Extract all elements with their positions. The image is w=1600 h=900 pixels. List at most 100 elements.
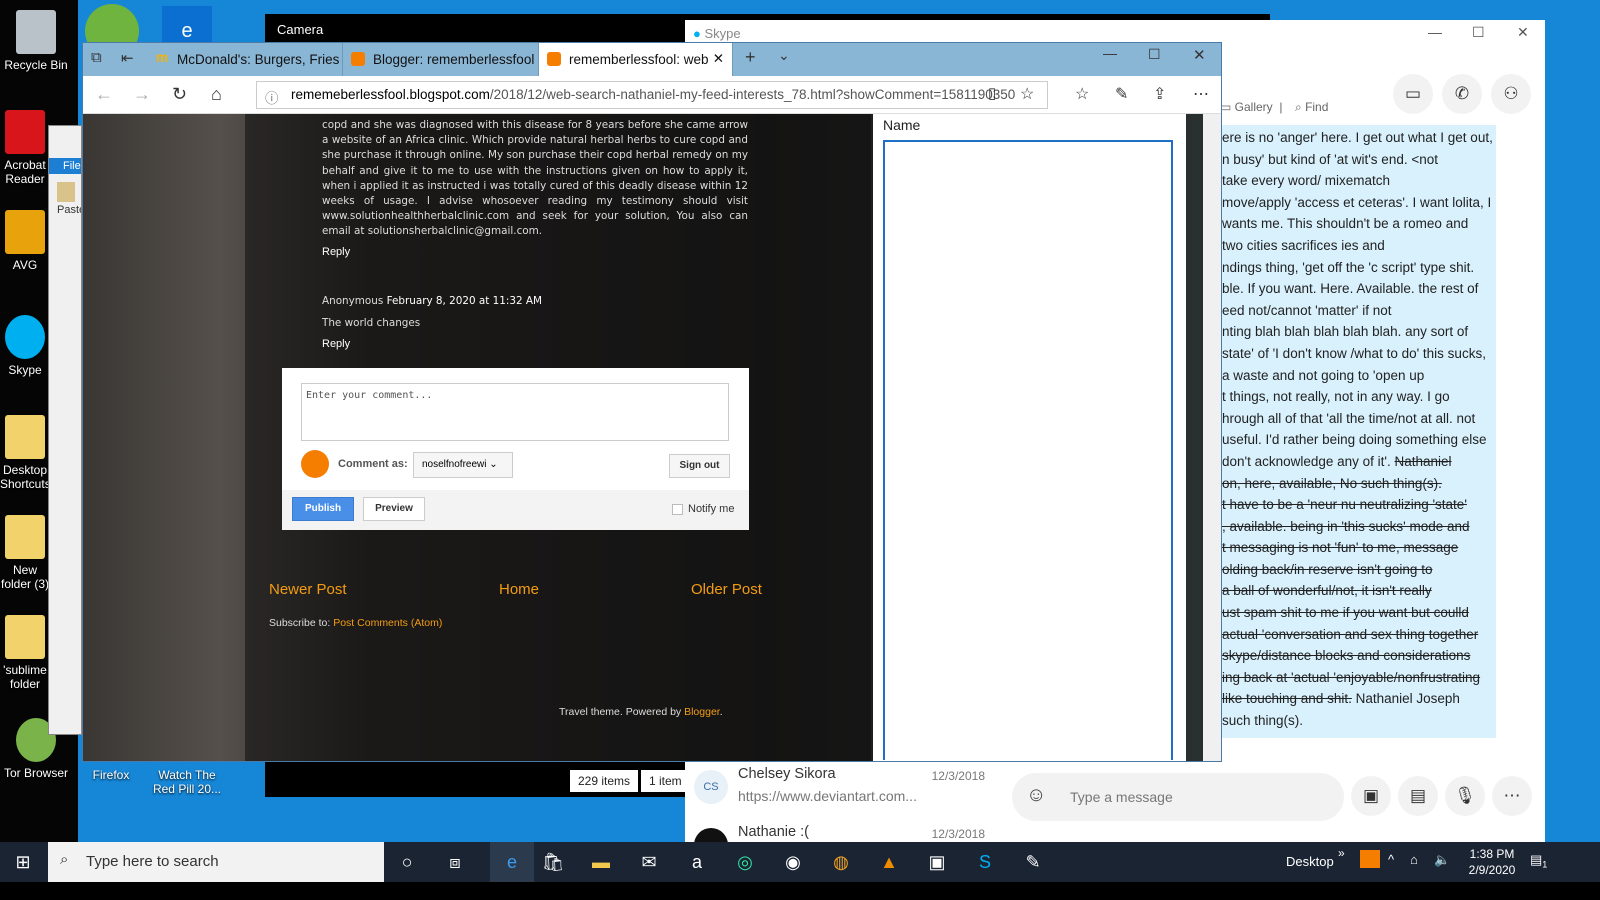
site-info-icon[interactable]: ⓘ <box>265 87 279 107</box>
amazon-icon[interactable]: a <box>682 848 712 876</box>
vertical-scrollbar[interactable] <box>1203 114 1221 761</box>
chat-list-item[interactable]: CS Chelsey Sikora 12/3/2018 https://www.… <box>690 760 995 818</box>
message-line: such thing(s). <box>1222 713 1304 729</box>
desktop-icon-avg[interactable]: AVG <box>0 210 50 272</box>
mail-icon[interactable]: ✉ <box>634 848 664 876</box>
sign-out-button[interactable]: Sign out <box>669 454 730 478</box>
skype-close-button[interactable]: ✕ <box>1517 24 1529 41</box>
forward-button[interactable]: → <box>133 84 151 105</box>
reply-link[interactable]: Reply <box>322 246 350 258</box>
tab-list-chevron-icon[interactable]: ⌄ <box>778 47 790 64</box>
reply-link[interactable]: Reply <box>322 338 350 350</box>
acrobat-icon <box>5 110 45 154</box>
action-center-icon[interactable]: ▤1 <box>1530 852 1547 870</box>
skype-taskbar-icon[interactable]: S <box>970 848 1000 876</box>
desktop-icon-acrobat[interactable]: Acrobat Reader <box>0 110 50 186</box>
message-line: t messaging is not 'fun' to me, message <box>1222 540 1459 556</box>
message-line: like touching and shit. Nathaniel Joseph <box>1222 691 1460 707</box>
back-button[interactable]: ← <box>95 84 113 105</box>
url-input[interactable]: ⓘ rememeberlessfool.blogspot.com/2018/12… <box>256 81 1048 109</box>
taskbar-search[interactable]: ⌕ Type here to search <box>48 842 384 882</box>
color-app-icon[interactable]: ◍ <box>826 848 856 876</box>
tab-preview-icon[interactable]: ⧉ <box>91 49 102 66</box>
desktop-icon-sublime-folder[interactable]: 'sublime folder <box>0 615 50 691</box>
message-compose-input[interactable]: ☺ Type a message <box>1012 773 1344 821</box>
desktop-icon-shortcuts[interactable]: Desktop Shortcuts <box>0 415 50 491</box>
task-view-icon[interactable]: ⧈ <box>440 848 470 876</box>
subscribe-line: Subscribe to: Post Comments (Atom) <box>269 617 443 629</box>
cortana-icon[interactable]: ○ <box>392 848 422 876</box>
blogger-avatar-icon <box>301 450 329 478</box>
share-icon[interactable]: ⇪ <box>1153 84 1166 104</box>
tab-rememberlessfool[interactable]: rememberlessfool: web ✕ <box>539 43 733 76</box>
contact-card-icon[interactable]: ▤ <box>1398 776 1438 816</box>
older-post-link[interactable]: Older Post <box>691 581 762 598</box>
tray-chevron-up-icon[interactable]: ^ <box>1388 852 1394 867</box>
name-input[interactable] <box>883 140 1173 760</box>
toolbar-expand-icon[interactable]: » <box>1338 846 1345 860</box>
message-line: take every word/ mixematch <box>1222 173 1391 189</box>
comment-as-select[interactable]: noselfnofreewi ⌄ <box>413 452 513 478</box>
message-line: ust spam shit to me if you want but coul… <box>1222 605 1469 621</box>
media-gallery-icon[interactable]: ▣ <box>1351 776 1391 816</box>
media-app-icon[interactable]: ◉ <box>778 848 808 876</box>
home-button[interactable]: ⌂ <box>211 84 222 105</box>
skype-find-link[interactable]: ⌕ Find <box>1295 100 1328 115</box>
refresh-button[interactable]: ↻ <box>172 84 187 105</box>
microphone-icon[interactable]: 🎙 <box>1445 776 1485 816</box>
edge-tile-icon[interactable]: e <box>162 6 212 46</box>
edge-taskbar-icon[interactable]: e <box>490 842 534 882</box>
tab-blogger[interactable]: Blogger: rememberlessfool <box>343 43 539 76</box>
volume-icon[interactable]: 🔈 <box>1434 852 1450 868</box>
newer-post-link[interactable]: Newer Post <box>269 581 347 598</box>
new-tab-button[interactable]: + <box>745 47 756 68</box>
close-tab-icon[interactable]: ✕ <box>713 51 724 67</box>
minimize-button[interactable]: — <box>1103 45 1117 61</box>
set-aside-tabs-icon[interactable]: ⇤ <box>121 49 134 67</box>
desktop-icon-recycle-bin[interactable]: Recycle Bin <box>0 10 72 72</box>
page-content: copd and she was diagnosed with this dis… <box>83 114 1221 761</box>
emoji-icon[interactable]: ☺ <box>1026 784 1046 807</box>
audio-call-icon[interactable]: ✆ <box>1442 74 1482 114</box>
explorer-paste-button[interactable]: Paste <box>49 204 81 216</box>
video-call-icon[interactable]: ▭ <box>1393 74 1433 114</box>
network-icon[interactable]: ⌂ <box>1410 852 1418 867</box>
blogger-icon <box>351 52 365 66</box>
desktop-icon-firefox[interactable]: Firefox <box>75 768 147 782</box>
tray-app-icon[interactable] <box>1360 850 1380 868</box>
file-explorer-icon[interactable]: ▬ <box>586 848 616 876</box>
store-icon[interactable]: 🛍 <box>538 848 568 876</box>
message-line: on, here, available, No such thing(s). <box>1222 475 1442 491</box>
reading-view-icon[interactable]: ▯ <box>988 84 996 102</box>
comment-input[interactable]: Enter your comment... <box>301 383 729 441</box>
explorer-file-menu[interactable]: File <box>49 158 81 174</box>
add-person-icon[interactable]: ⚇ <box>1491 74 1531 114</box>
desktop-toolbar-label[interactable]: Desktop <box>1286 854 1334 869</box>
favorites-hub-icon[interactable]: ☆ <box>1075 84 1089 104</box>
close-window-button[interactable]: ✕ <box>1193 46 1206 64</box>
skype-minimize-button[interactable]: — <box>1428 24 1442 40</box>
desktop-icon-red-pill[interactable]: Watch The Red Pill 20... <box>148 768 226 796</box>
web-note-pen-icon[interactable]: ✎ <box>1115 84 1128 104</box>
paint-icon[interactable]: ✎ <box>1018 848 1048 876</box>
desktop-icon-new-folder[interactable]: New folder (3) <box>0 515 50 591</box>
tab-mcdonalds[interactable]: m McDonald's: Burgers, Fries & <box>147 43 343 76</box>
publish-button[interactable]: Publish <box>292 497 354 521</box>
start-button[interactable]: ⊞ <box>8 848 38 876</box>
desktop-icon-skype[interactable]: Skype <box>0 315 50 377</box>
skype-maximize-button[interactable]: ☐ <box>1472 24 1485 41</box>
preview-button[interactable]: Preview <box>363 497 425 521</box>
maximize-button[interactable]: ☐ <box>1148 46 1161 63</box>
taskbar: ⊞ ⌕ Type here to search ○ ⧈ e 🛍 ▬ ✉ a ◎ ◉… <box>0 842 1600 882</box>
clock[interactable]: 1:38 PM 2/9/2020 <box>1462 846 1522 878</box>
more-options-icon[interactable]: ⋯ <box>1492 776 1532 816</box>
skype-gallery-link[interactable]: ▭ Gallery | <box>1220 100 1286 114</box>
notify-checkbox[interactable] <box>672 504 683 515</box>
tripadvisor-icon[interactable]: ◎ <box>730 848 760 876</box>
chat-list-item[interactable]: Nathanie :( 12/3/2018 <box>690 818 995 842</box>
home-link[interactable]: Home <box>499 581 539 598</box>
vlc-icon[interactable]: ▲ <box>874 848 904 876</box>
camera-taskbar-icon[interactable]: ▣ <box>922 848 952 876</box>
favorite-star-icon[interactable]: ☆ <box>1020 84 1034 104</box>
more-menu-icon[interactable]: ⋯ <box>1193 84 1209 104</box>
